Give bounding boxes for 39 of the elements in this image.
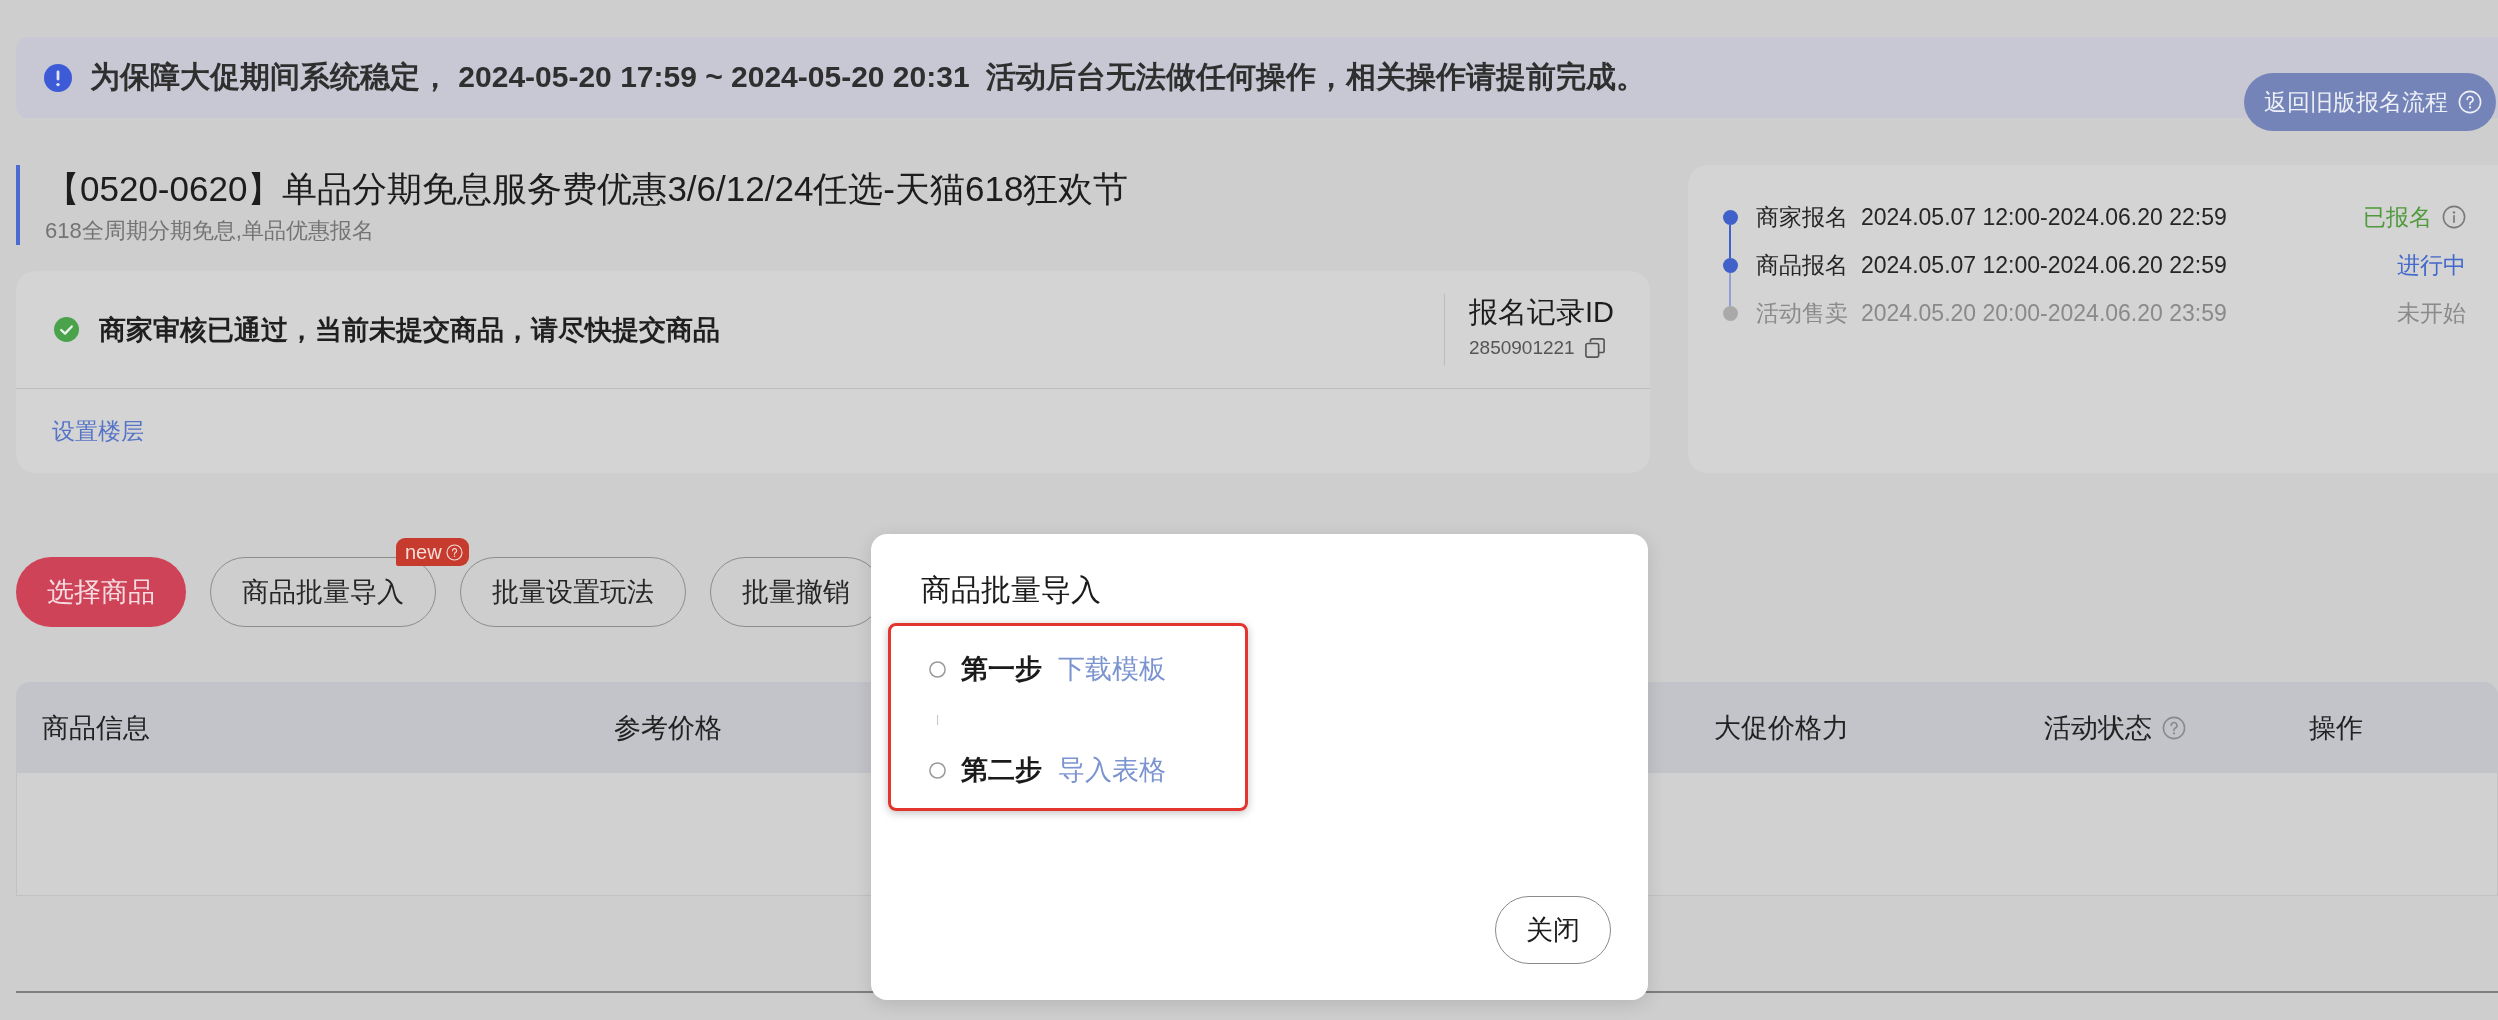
activity-title: 【0520-0620】单品分期免息服务费优惠3/6/12/24任选-天猫618狂欢节	[45, 168, 1129, 210]
step-status: 未开始	[2397, 298, 2466, 328]
copy-icon[interactable]	[1584, 337, 1605, 358]
alert-icon	[44, 63, 72, 92]
column-header: 操作	[2309, 711, 2363, 745]
step-link[interactable]: 下载模板	[1058, 651, 1166, 687]
help-icon[interactable]	[2162, 715, 2186, 740]
step-period: 2024.05.07 12:00-2024.06.20 22:59	[1861, 251, 2227, 279]
close-button[interactable]: 关闭	[1495, 896, 1611, 964]
record-label: 报名记录ID	[1469, 294, 1615, 330]
notice-text: 为保障大促期间系统稳定， 2024-05-20 17:59 ~ 2024-05-20 20:31 活动后台无法做任何操作，相关操作请提前完成。	[90, 59, 1647, 95]
timeline-connector	[1729, 272, 1731, 306]
column-header: 活动状态	[2044, 711, 2152, 745]
column-header: 参考价格	[614, 711, 722, 745]
info-icon[interactable]	[2442, 205, 2466, 229]
column-header: 商品信息	[42, 711, 150, 745]
legacy-flow-button[interactable]: 返回旧版报名流程	[2244, 73, 2496, 131]
step-name: 活动售卖	[1756, 298, 1848, 328]
set-floor-link[interactable]: 设置楼层	[52, 415, 144, 447]
review-message: 商家审核已通过，当前未提交商品，请尽快提交商品	[99, 313, 720, 347]
step-label: 第二步	[961, 754, 1042, 787]
dialog-title: 商品批量导入	[921, 572, 1102, 608]
step-name: 商家报名	[1756, 202, 1848, 232]
step-status: 已报名	[2363, 202, 2432, 232]
record-id: 2850901221	[1469, 336, 1575, 359]
step-period: 2024.05.20 20:00-2024.06.20 23:59	[1861, 299, 2227, 327]
step-connector	[936, 714, 938, 725]
step-period: 2024.05.07 12:00-2024.06.20 22:59	[1861, 203, 2227, 231]
step-label: 第一步	[961, 653, 1042, 686]
step-status: 进行中	[2397, 250, 2466, 280]
step-circle-icon	[929, 660, 946, 678]
action-button[interactable]: 选择商品	[16, 557, 186, 627]
step-circle-icon	[929, 761, 946, 779]
column-header: 大促价格力	[1714, 711, 1849, 745]
step-link[interactable]: 导入表格	[1058, 752, 1166, 788]
step-name: 商品报名	[1756, 250, 1848, 280]
activity-subtitle: 618全周期分期免息,单品优惠报名	[45, 217, 375, 245]
check-icon	[54, 317, 79, 342]
timeline-connector	[1729, 224, 1731, 258]
